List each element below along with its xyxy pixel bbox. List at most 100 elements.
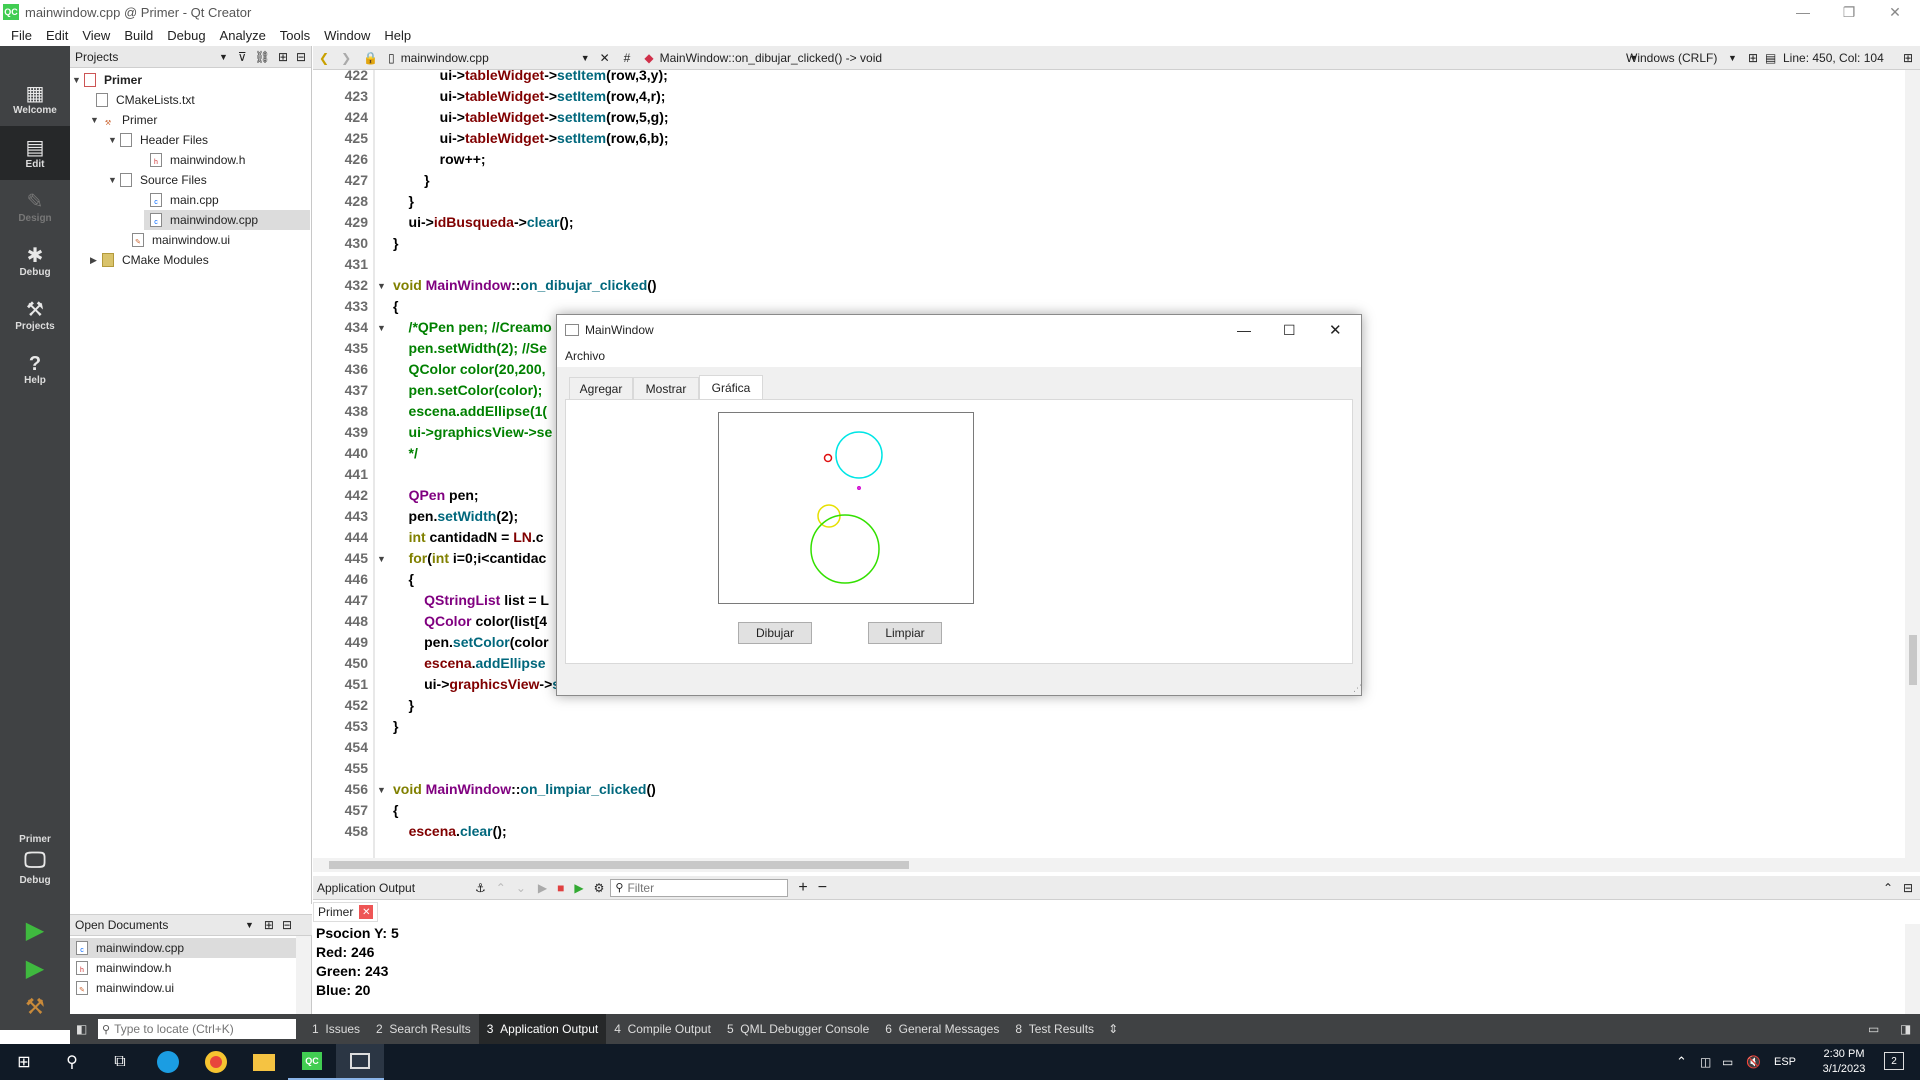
filter-input[interactable] <box>627 880 778 895</box>
build-button[interactable]: ⚒ <box>0 988 70 1026</box>
open-doc-item[interactable]: ✎ mainwindow.ui <box>76 978 174 998</box>
mode-design[interactable]: ✎ Design <box>0 180 70 234</box>
close-panel-icon[interactable]: ⊟ <box>1903 881 1913 895</box>
projects-dropdown[interactable]: Projects <box>75 50 215 64</box>
split-editor-icon[interactable]: ⊞ <box>1748 51 1758 65</box>
mode-welcome[interactable]: ▦ Welcome <box>0 72 70 126</box>
menu-window[interactable]: Window <box>317 28 377 43</box>
link-icon[interactable]: ⛓ <box>255 50 270 64</box>
tree-item-mainwindow-ui[interactable]: ✎ mainwindow.ui <box>132 230 230 250</box>
tree-item-mainwindow-h[interactable]: h mainwindow.h <box>150 150 245 170</box>
line-endings-selector[interactable]: Windows (CRLF) <box>1626 51 1717 65</box>
close-panel-icon[interactable]: ⊟ <box>296 50 306 64</box>
split-icon[interactable]: ⊞ <box>1903 51 1913 65</box>
mainwindow-app-taskbar-icon[interactable] <box>336 1044 384 1080</box>
tab-general-messages[interactable]: 6 General Messages <box>877 1014 1007 1044</box>
limpiar-button[interactable]: Limpiar <box>868 622 942 644</box>
mode-edit[interactable]: ▤ Edit <box>0 126 70 180</box>
close-icon[interactable]: ✕ <box>1329 321 1342 339</box>
menu-edit[interactable]: Edit <box>39 28 75 43</box>
stop-icon[interactable]: ■ <box>557 881 564 895</box>
menu-help[interactable]: Help <box>377 28 418 43</box>
tree-item-mainwindow-cpp[interactable]: c mainwindow.cpp <box>144 210 310 230</box>
tab-test-results[interactable]: 8 Test Results <box>1007 1014 1102 1044</box>
output-tab-primer[interactable]: Primer ✕ <box>313 902 379 922</box>
search-icon[interactable]: ⚲ <box>48 1044 96 1080</box>
tree-item-header-files[interactable]: ▼ Header Files <box>108 130 208 150</box>
editor-horizontal-scrollbar[interactable] <box>313 858 1920 872</box>
rerun-icon[interactable]: ▶ <box>538 881 547 895</box>
camera-icon[interactable]: ◫ <box>1700 1055 1711 1069</box>
close-panel-icon[interactable]: ⊟ <box>282 918 292 932</box>
qt-creator-taskbar-icon[interactable]: QC <box>288 1044 336 1080</box>
filter-icon[interactable]: ⊽ <box>238 50 247 64</box>
start-windows-icon[interactable]: ⊞ <box>0 1044 48 1080</box>
tab-compile-output[interactable]: 4 Compile Output <box>606 1014 719 1044</box>
open-docs-scrollbar[interactable] <box>296 936 311 1014</box>
scroll-thumb[interactable] <box>329 861 909 869</box>
maximize-panel-icon[interactable]: ⌃ <box>1883 881 1893 895</box>
fold-toggle-icon[interactable]: ▼ <box>377 785 386 795</box>
menu-build[interactable]: Build <box>117 28 160 43</box>
split-icon[interactable]: ⊞ <box>278 50 288 64</box>
up-icon[interactable]: ⌃ <box>496 881 506 895</box>
debug-icon[interactable]: ▶ <box>574 881 583 895</box>
tab-grafica[interactable]: Gráfica <box>699 375 763 400</box>
clock[interactable]: 2:30 PM 3/1/2023 <box>1812 1047 1876 1077</box>
tray-chevron-up-icon[interactable]: ⌃ <box>1676 1054 1687 1070</box>
fold-toggle-icon[interactable]: ▼ <box>377 323 386 333</box>
close-icon[interactable]: ✕ <box>1872 0 1918 24</box>
close-icon[interactable]: ✕ <box>359 905 374 919</box>
close-document-icon[interactable]: ✕ <box>600 51 610 65</box>
back-icon[interactable]: ❮ <box>319 51 329 65</box>
minimize-icon[interactable]: — <box>1780 0 1826 24</box>
symbol-hash[interactable]: # <box>624 51 631 65</box>
filter-box[interactable]: ⚲ <box>610 878 789 897</box>
open-doc-item[interactable]: c mainwindow.cpp <box>70 938 296 958</box>
locator[interactable]: ⚲ <box>98 1019 296 1039</box>
file-explorer-icon[interactable] <box>240 1044 288 1080</box>
split-icon[interactable]: ⊞ <box>264 918 274 932</box>
tree-item-source-files[interactable]: ▼ Source Files <box>108 170 207 190</box>
dibujar-button[interactable]: Dibujar <box>738 622 812 644</box>
attach-icon[interactable]: ⚓ <box>475 881 486 895</box>
output-pane[interactable]: Primer ✕ Psocion Y: 5 Red: 246 Green: 24… <box>313 900 1920 1014</box>
add-icon[interactable]: + <box>798 879 807 897</box>
open-file-dropdown[interactable]: mainwindow.cpp <box>401 51 581 65</box>
maximize-icon[interactable]: ☐ <box>1283 322 1296 339</box>
resize-grip-icon[interactable]: ⋰ <box>1353 683 1362 694</box>
tree-item-target[interactable]: ▼ ⚒ Primer <box>90 110 157 130</box>
cursor-position[interactable]: Line: 450, Col: 104 <box>1783 51 1884 65</box>
updown-icon[interactable]: ⇕ <box>1108 1022 1118 1036</box>
tab-agregar[interactable]: Agregar <box>569 377 633 399</box>
fold-toggle-icon[interactable]: ▼ <box>377 554 386 564</box>
restore-icon[interactable]: ❐ <box>1826 0 1872 24</box>
run-button[interactable]: ▶ <box>0 912 70 950</box>
tab-mostrar[interactable]: Mostrar <box>633 377 699 399</box>
document-icon[interactable]: ▤ <box>1765 51 1776 65</box>
chevron-down-icon[interactable]: ▼ <box>1728 53 1737 63</box>
debug-run-button[interactable]: ▶ <box>0 950 70 988</box>
task-view-icon[interactable]: ⧉ <box>96 1044 144 1080</box>
scroll-thumb[interactable] <box>1909 635 1917 685</box>
tree-item-cmakelists[interactable]: CMakeLists.txt <box>96 90 195 110</box>
mode-projects[interactable]: ⚒ Projects <box>0 288 70 342</box>
tree-item-main-cpp[interactable]: c main.cpp <box>150 190 219 210</box>
function-selector[interactable]: MainWindow::on_dibujar_clicked() -> void <box>660 51 882 65</box>
edge-browser-icon[interactable] <box>144 1044 192 1080</box>
chrome-browser-icon[interactable] <box>192 1044 240 1080</box>
chevron-down-icon[interactable]: ▼ <box>219 52 228 62</box>
tab-issues[interactable]: 1 Issues <box>304 1014 368 1044</box>
kit-selector[interactable]: Primer 🖵 Debug <box>0 820 70 900</box>
mode-help[interactable]: ? Help <box>0 342 70 396</box>
volume-muted-icon[interactable]: 🔇 <box>1746 1055 1761 1069</box>
output-scrollbar[interactable] <box>1905 924 1920 1014</box>
locator-input[interactable] <box>114 1022 285 1036</box>
tab-qml-debugger[interactable]: 5 QML Debugger Console <box>719 1014 877 1044</box>
forward-icon[interactable]: ❯ <box>341 51 351 65</box>
menu-tools[interactable]: Tools <box>273 28 317 43</box>
fold-toggle-icon[interactable]: ▼ <box>377 281 386 291</box>
tab-search-results[interactable]: 2 Search Results <box>368 1014 479 1044</box>
sidebar-right-icon[interactable]: ◨ <box>1900 1022 1911 1036</box>
chevron-down-icon[interactable]: ▼ <box>581 53 590 63</box>
